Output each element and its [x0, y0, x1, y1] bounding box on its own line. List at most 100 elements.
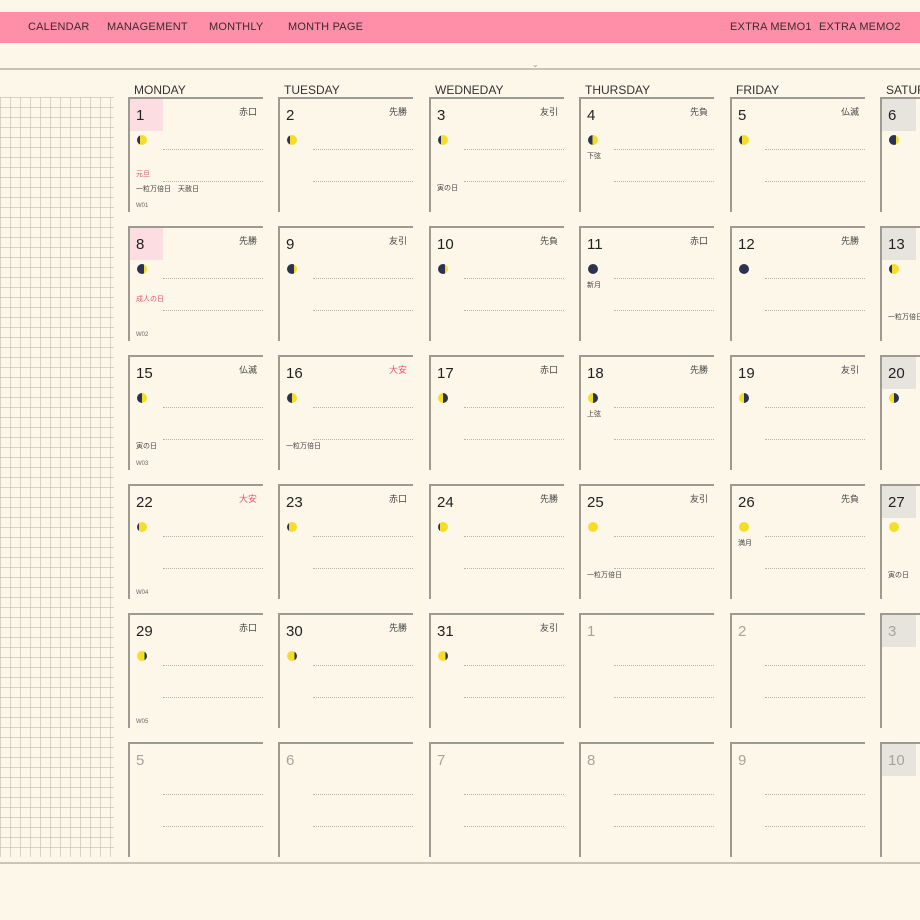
day-note: 下弦: [587, 153, 601, 160]
day-cell[interactable]: 30 先勝: [278, 613, 413, 728]
day-cell[interactable]: 4 先負 下弦: [579, 97, 714, 212]
memo-line: [313, 536, 413, 537]
day-number-highlight: [130, 99, 163, 131]
day-cell[interactable]: 13 一粒万倍日: [880, 226, 920, 341]
day-note: 一粒万倍日: [286, 443, 321, 450]
day-cell[interactable]: 22 大安 W04: [128, 484, 263, 599]
moon-phase-icon: [889, 393, 899, 403]
day-note: 元旦: [136, 171, 150, 178]
weekday-header: WEDNEDAY: [435, 83, 504, 97]
rokuyo-label: 友引: [539, 623, 558, 633]
memo-line: [163, 568, 263, 569]
day-cell[interactable]: 9: [730, 742, 865, 857]
day-cell[interactable]: 1 赤口 元旦 一粒万倍日 天赦日 W01: [128, 97, 263, 212]
day-cell[interactable]: 12 先勝: [730, 226, 865, 341]
nav-extra-memo1[interactable]: EXTRA MEMO1: [730, 12, 812, 43]
memo-line: [313, 826, 413, 827]
day-cell[interactable]: 24 先勝: [429, 484, 564, 599]
day-cell[interactable]: 25 友引 一粒万倍日: [579, 484, 714, 599]
rokuyo-label: 友引: [388, 236, 407, 246]
day-cell[interactable]: 17 赤口: [429, 355, 564, 470]
day-cell[interactable]: 3: [880, 613, 920, 728]
day-cell[interactable]: 20: [880, 355, 920, 470]
memo-line: [313, 407, 413, 408]
day-cell[interactable]: 16 大安 一粒万倍日: [278, 355, 413, 470]
week-number: W02: [136, 332, 149, 338]
moon-phase-icon: [287, 393, 297, 403]
day-cell[interactable]: 1: [579, 613, 714, 728]
day-note: 寅の日: [888, 572, 909, 579]
day-cell[interactable]: 11 赤口 新月: [579, 226, 714, 341]
week-number: W05: [136, 719, 149, 725]
memo-line: [614, 439, 714, 440]
day-number: 6: [888, 107, 897, 124]
day-cell[interactable]: 19 友引: [730, 355, 865, 470]
nav-calendar[interactable]: CALENDAR: [28, 12, 90, 43]
day-number: 3: [888, 623, 897, 640]
day-cell[interactable]: 5 仏滅: [730, 97, 865, 212]
day-cell[interactable]: 9 友引: [278, 226, 413, 341]
day-cell[interactable]: 10 先負: [429, 226, 564, 341]
day-cell[interactable]: 7: [429, 742, 564, 857]
memo-line: [765, 181, 865, 182]
day-cell[interactable]: 8 先勝成人の日 W02: [128, 226, 263, 341]
day-number: 24: [437, 494, 454, 511]
day-cell[interactable]: 8: [579, 742, 714, 857]
moon-phase-icon: [438, 135, 448, 145]
day-number: 2: [738, 623, 747, 640]
memo-line: [614, 278, 714, 279]
memo-line: [614, 697, 714, 698]
memo-line: [163, 310, 263, 311]
day-number: 9: [738, 752, 747, 769]
memo-line: [765, 439, 865, 440]
nav-month-page[interactable]: MONTH PAGE: [288, 12, 363, 43]
moon-phase-icon: [739, 135, 749, 145]
rokuyo-label: 先勝: [238, 236, 257, 246]
nav-extra-memo2[interactable]: EXTRA MEMO2: [819, 12, 901, 43]
day-number: 12: [738, 236, 755, 253]
moon-phase-icon: [739, 393, 749, 403]
nav-management[interactable]: MANAGEMENT: [107, 12, 188, 43]
day-cell[interactable]: 6: [880, 97, 920, 212]
memo-line: [614, 181, 714, 182]
rokuyo-label: 赤口: [689, 236, 708, 246]
memo-line: [464, 310, 564, 311]
day-number: 8: [136, 236, 145, 253]
memo-line: [464, 181, 564, 182]
day-cell[interactable]: 29 赤口 W05: [128, 613, 263, 728]
day-cell[interactable]: 31 友引: [429, 613, 564, 728]
bottom-divider: [0, 862, 920, 864]
memo-line: [313, 439, 413, 440]
day-number: 2: [286, 107, 295, 124]
weekday-header: THURSDAY: [585, 83, 651, 97]
day-note: 一粒万倍日: [888, 314, 920, 321]
day-cell[interactable]: 26 先負 満月: [730, 484, 865, 599]
day-number: 26: [738, 494, 755, 511]
day-cell[interactable]: 3 友引 寅の日: [429, 97, 564, 212]
memo-line: [163, 536, 263, 537]
day-cell[interactable]: 15 仏滅 寅の日 W03: [128, 355, 263, 470]
moon-phase-icon: [137, 522, 147, 532]
day-cell[interactable]: 18 先勝 上弦: [579, 355, 714, 470]
day-cell[interactable]: 10: [880, 742, 920, 857]
day-cell[interactable]: 5: [128, 742, 263, 857]
rokuyo-label: 先勝: [840, 236, 859, 246]
day-number: 7: [437, 752, 446, 769]
day-cell[interactable]: 23 赤口: [278, 484, 413, 599]
moon-phase-icon: [137, 651, 147, 661]
day-cell[interactable]: 6: [278, 742, 413, 857]
memo-grid-area[interactable]: [0, 97, 114, 857]
day-cell[interactable]: 27 寅の日: [880, 484, 920, 599]
moon-phase-icon: [438, 651, 448, 661]
rokuyo-label: 先負: [840, 494, 859, 504]
nav-monthly[interactable]: MONTHLY: [209, 12, 263, 43]
day-cell[interactable]: 2: [730, 613, 865, 728]
day-cell[interactable]: 2 先勝: [278, 97, 413, 212]
moon-phase-icon: [137, 135, 147, 145]
day-note: 成人の日: [136, 296, 164, 303]
moon-phase-icon: [588, 522, 598, 532]
memo-line: [765, 794, 865, 795]
top-divider: [0, 68, 920, 70]
moon-phase-icon: [739, 264, 749, 274]
rokuyo-label: 先負: [539, 236, 558, 246]
